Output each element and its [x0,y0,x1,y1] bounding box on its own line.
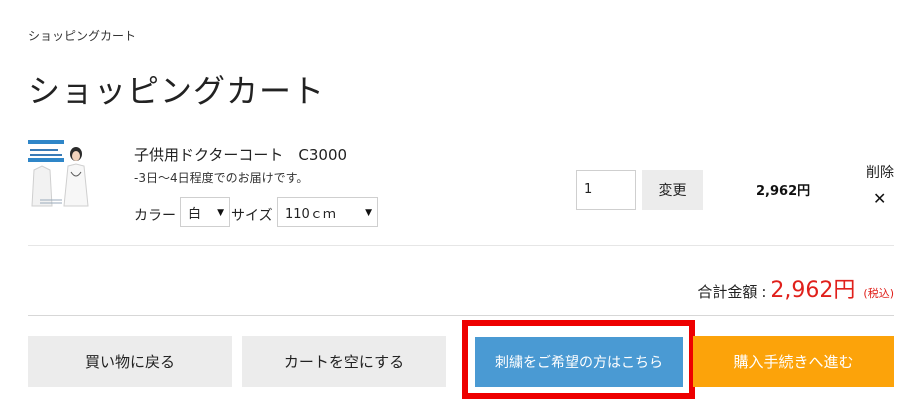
color-value: 白 [188,206,202,222]
close-icon[interactable]: ✕ [873,189,886,208]
quantity-input[interactable]: 1 [576,170,636,210]
total-value: 2,962円 [770,278,856,303]
color-select[interactable]: 白 ▼ [180,197,230,227]
chevron-down-icon: ▼ [365,208,372,218]
empty-cart-button[interactable]: カートを空にする [242,336,446,387]
delete-label: 削除 [866,165,894,181]
product-name[interactable]: 子供用ドクターコート C3000 [134,144,347,165]
embroidery-button[interactable]: 刺繍をご希望の方はこちら [475,337,683,387]
divider [28,315,894,316]
chevron-down-icon: ▼ [217,208,224,218]
cart-item-row: 子供用ドクターコート C3000 -3日〜4日程度でのお届けです。 カラー 白 … [28,138,894,246]
total-label: 合計金額 [697,283,758,301]
size-value: 110ｃｍ [285,206,336,222]
total-colon: : [761,283,767,301]
breadcrumb[interactable]: ショッピングカート [28,27,136,44]
tax-note: (税込) [863,287,894,300]
checkout-button[interactable]: 購入手続きへ進む [693,336,894,387]
item-price: 2,962円 [756,184,811,199]
product-thumbnail[interactable] [28,140,94,210]
size-label: サイズ [231,208,273,224]
color-label: カラー [134,208,176,224]
continue-shopping-button[interactable]: 買い物に戻る [28,336,232,387]
cart-total: 合計金額 : 2,962円 (税込) [697,272,894,304]
page-title: ショッピングカート [28,72,326,110]
change-quantity-button[interactable]: 変更 [642,170,703,210]
delivery-note: -3日〜4日程度でのお届けです。 [134,171,309,185]
size-select[interactable]: 110ｃｍ ▼ [277,197,378,227]
